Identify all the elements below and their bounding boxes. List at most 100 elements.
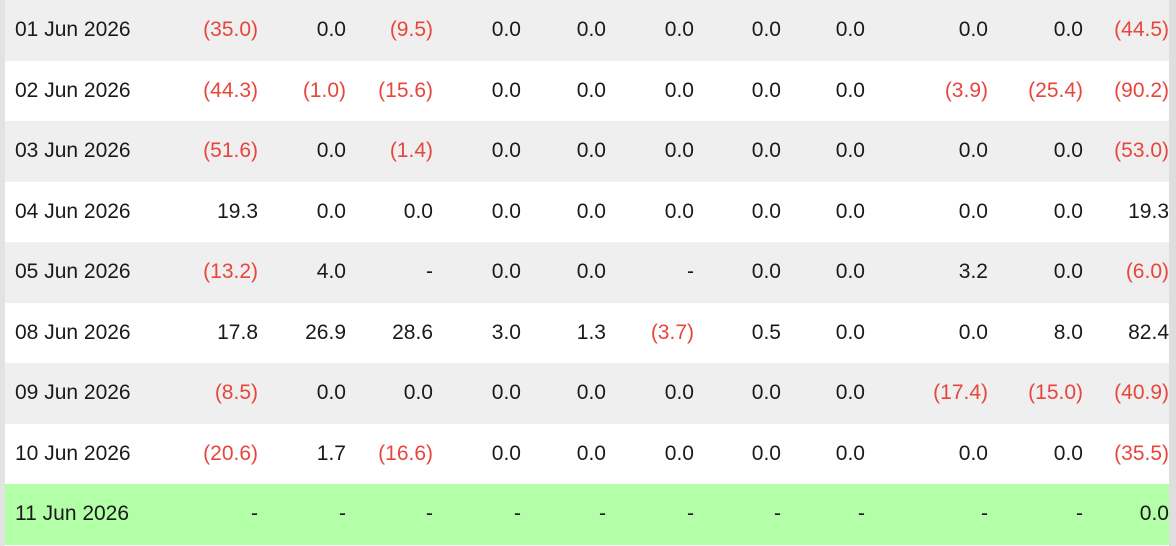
value-cell: 0.0 [606,121,694,182]
table-row[interactable]: 05 Jun 2026 (13.2) 4.0-0.0 0.0-0.0 0.0 3.2 0.0… [5,242,1169,303]
vertical-scrollbar[interactable] [1169,0,1176,546]
value-cell: (51.6) [165,121,258,182]
value-cell: (35.0) [165,0,258,61]
table-row[interactable]: 03 Jun 2026 (51.6) 0.0 (1.4) 0.0 0.0 0.0 0.0 0.0… [5,121,1169,182]
table-body: 01 Jun 2026 (35.0) 0.0 (9.5) 0.0 0.0 0.0 0.0 0.0… [5,0,1169,545]
value-cell: 17.8 [165,302,258,363]
value-cell: - [694,484,781,545]
value-cell: 8.0 [988,302,1083,363]
value-cell: - [346,242,433,303]
value-cell: (1.4) [346,121,433,182]
value-cell: - [606,484,694,545]
table-row[interactable]: 02 Jun 2026 (44.3) (1.0) (15.6) 0.0 0.0 0.0 0.0… [5,60,1169,121]
total-cell: (90.2) [1083,60,1169,121]
value-cell: (1.0) [258,60,346,121]
value-cell: 0.0 [258,181,346,242]
table-row[interactable]: 01 Jun 2026 (35.0) 0.0 (9.5) 0.0 0.0 0.0 0.0 0.0… [5,0,1169,61]
value-cell: 0.0 [781,423,865,484]
value-cell: 0.0 [433,0,521,61]
value-cell: 0.0 [781,60,865,121]
value-cell: 0.0 [433,181,521,242]
value-cell: 0.0 [781,121,865,182]
value-cell: 0.0 [521,181,606,242]
value-cell: 0.0 [521,363,606,424]
value-cell: - [346,484,433,545]
value-cell: 0.0 [988,423,1083,484]
value-cell: 0.0 [433,242,521,303]
total-cell: 19.3 [1083,181,1169,242]
date-cell: 03 Jun 2026 [5,121,165,182]
value-cell: 0.0 [781,302,865,363]
table-row[interactable]: 09 Jun 2026 (8.5) 0.0 0.0 0.0 0.0 0.0 0.0 0.0 (17… [5,363,1169,424]
value-cell: 0.0 [433,423,521,484]
value-cell: 0.0 [988,181,1083,242]
value-cell: 0.0 [521,60,606,121]
value-cell: 0.0 [521,0,606,61]
value-cell: 0.0 [781,181,865,242]
date-cell: 08 Jun 2026 [5,302,165,363]
value-cell: - [165,484,258,545]
value-cell: 0.0 [988,242,1083,303]
value-cell: (3.7) [606,302,694,363]
total-cell: 82.4 [1083,302,1169,363]
value-cell: 0.0 [521,242,606,303]
value-cell: - [781,484,865,545]
value-cell: 0.0 [988,121,1083,182]
value-cell: 0.0 [346,363,433,424]
value-cell: 0.0 [606,0,694,61]
value-cell: 19.3 [165,181,258,242]
value-cell: 0.5 [694,302,781,363]
value-cell: (44.3) [165,60,258,121]
value-cell: 0.0 [694,181,781,242]
value-cell: 0.0 [433,60,521,121]
value-cell: 0.0 [606,363,694,424]
total-cell: 0.0 [1083,484,1169,545]
value-cell: 0.0 [865,423,988,484]
value-cell: 0.0 [988,0,1083,61]
value-cell: 3.2 [865,242,988,303]
value-cell: 0.0 [865,0,988,61]
date-cell: 01 Jun 2026 [5,0,165,61]
flows-table: 01 Jun 2026 (35.0) 0.0 (9.5) 0.0 0.0 0.0 0.0 0.0… [5,0,1169,545]
value-cell: 0.0 [865,181,988,242]
value-cell: 0.0 [346,181,433,242]
table-row[interactable]: 04 Jun 2026 19.3 0.0 0.0 0.0 0.0 0.0 0.0 0.0 0.0 0… [5,181,1169,242]
value-cell: - [433,484,521,545]
value-cell: 1.7 [258,423,346,484]
value-cell: - [258,484,346,545]
value-cell: 0.0 [258,121,346,182]
value-cell: - [988,484,1083,545]
value-cell: 0.0 [433,363,521,424]
table-row[interactable]: 08 Jun 2026 17.8 26.9 28.6 3.0 1.3 (3.7) 0.5 0.0… [5,302,1169,363]
date-cell: 09 Jun 2026 [5,363,165,424]
value-cell: 0.0 [781,242,865,303]
value-cell: (13.2) [165,242,258,303]
value-cell: 0.0 [694,423,781,484]
value-cell: (16.6) [346,423,433,484]
value-cell: 1.3 [521,302,606,363]
total-cell: (53.0) [1083,121,1169,182]
date-cell: 05 Jun 2026 [5,242,165,303]
value-cell: 0.0 [433,121,521,182]
total-cell: (35.5) [1083,423,1169,484]
date-cell: 04 Jun 2026 [5,181,165,242]
value-cell: 0.0 [694,0,781,61]
value-cell: (9.5) [346,0,433,61]
table-row[interactable]: 10 Jun 2026 (20.6) 1.7 (16.6) 0.0 0.0 0.0 0.0 0.… [5,423,1169,484]
value-cell: 26.9 [258,302,346,363]
value-cell: - [606,242,694,303]
value-cell: 0.0 [865,302,988,363]
value-cell: 28.6 [346,302,433,363]
value-cell: 0.0 [781,363,865,424]
total-cell: (40.9) [1083,363,1169,424]
value-cell: 0.0 [606,60,694,121]
value-cell: 3.0 [433,302,521,363]
value-cell: 0.0 [865,121,988,182]
table-row-current[interactable]: 11 Jun 2026- - - - - - - - - -0.0 [5,484,1169,545]
total-cell: (6.0) [1083,242,1169,303]
flows-table-view: 01 Jun 2026 (35.0) 0.0 (9.5) 0.0 0.0 0.0 0.0 0.0… [0,0,1176,546]
value-cell: 0.0 [606,181,694,242]
value-cell: (8.5) [165,363,258,424]
value-cell: (17.4) [865,363,988,424]
value-cell: (20.6) [165,423,258,484]
